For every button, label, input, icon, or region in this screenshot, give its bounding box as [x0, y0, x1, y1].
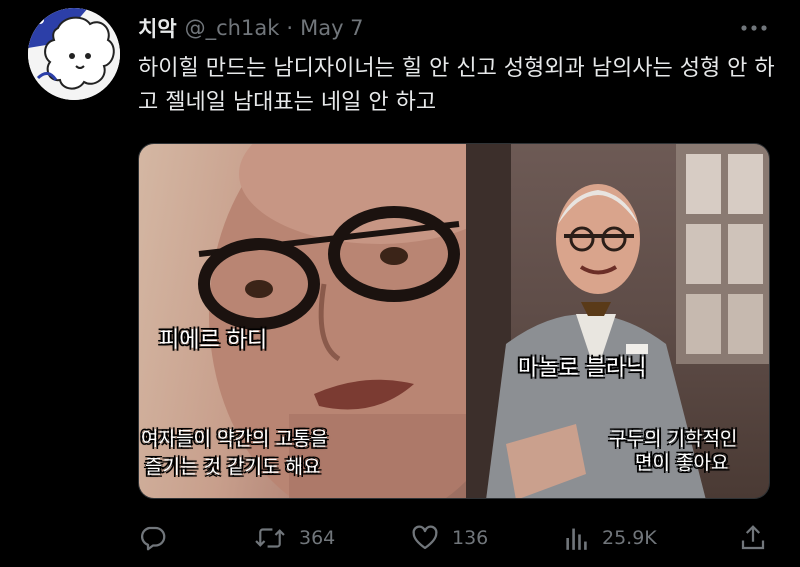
- tweet-actions: 364 136 25.9K: [138, 516, 770, 560]
- views-icon: [566, 528, 587, 550]
- like-count: 136: [452, 527, 489, 549]
- heart-icon: [412, 525, 438, 550]
- avatar-image: [28, 8, 120, 100]
- tweet-date[interactable]: May 7: [300, 16, 363, 40]
- display-name[interactable]: 치악: [138, 13, 177, 43]
- reply-icon: [141, 526, 166, 551]
- retweet-button[interactable]: 364: [253, 516, 335, 560]
- share-button[interactable]: [738, 516, 768, 560]
- more-icon: [741, 25, 767, 31]
- share-icon: [741, 525, 765, 550]
- tweet-header: 치악 @_ch1ak · May 7: [138, 10, 364, 46]
- retweet-count: 364: [299, 527, 336, 549]
- user-handle[interactable]: @_ch1ak: [185, 16, 280, 40]
- more-options-button[interactable]: [736, 18, 772, 38]
- reply-button[interactable]: [138, 516, 168, 560]
- caption-sub-left-1: 여자들이 약간의 고통을: [141, 428, 328, 450]
- like-button[interactable]: 136: [410, 516, 488, 560]
- caption-sub-right-2: 면이 좋아요: [635, 452, 729, 474]
- tweet-text: 하이힐 만드는 남디자이너는 힐 안 신고 성형외과 남의사는 성형 안 하고 …: [138, 56, 775, 115]
- caption-name-left: 피에르 하디: [159, 328, 268, 353]
- caption-sub-right-1: 구두의 기학적인: [609, 428, 738, 450]
- caption-sub-left-2: 즐기는 것 같기도 해요: [145, 456, 321, 478]
- separator-dot: ·: [286, 16, 294, 40]
- caption-name-right: 마놀로 블라닉: [518, 356, 647, 381]
- views-count: 25.9K: [602, 527, 657, 549]
- views-button[interactable]: 25.9K: [564, 516, 657, 560]
- retweet-icon: [255, 528, 285, 548]
- avatar[interactable]: [28, 8, 120, 100]
- tweet-media[interactable]: 피에르 하디 여자들이 약간의 고통을 즐기는 것 같기도 해요 마놀로 블라닉…: [138, 143, 770, 499]
